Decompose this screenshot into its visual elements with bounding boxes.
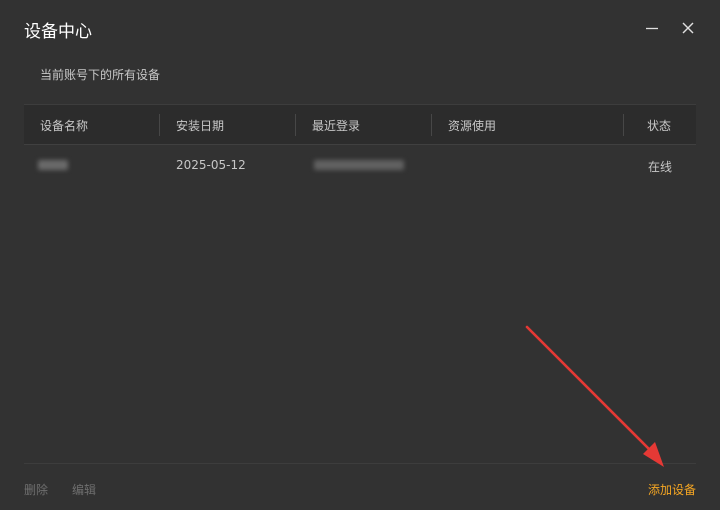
annotation-arrow-shaft xyxy=(525,325,653,453)
table-header: 设备名称 安装日期 最近登录 资源使用 状态 xyxy=(24,104,696,145)
column-header-device-name[interactable]: 设备名称 xyxy=(40,117,88,134)
column-header-resource-usage[interactable]: 资源使用 xyxy=(448,117,496,134)
title-bar: 设备中心 xyxy=(0,0,720,56)
close-icon xyxy=(682,22,694,34)
close-button[interactable] xyxy=(674,14,702,42)
column-header-install-date[interactable]: 安装日期 xyxy=(176,117,224,134)
page-subtitle: 当前账号下的所有设备 xyxy=(40,68,161,82)
install-date-cell: 2025-05-12 xyxy=(176,158,246,172)
edit-button[interactable]: 编辑 xyxy=(72,481,96,498)
column-divider[interactable] xyxy=(431,114,432,136)
delete-button[interactable]: 删除 xyxy=(24,481,48,498)
minimize-icon xyxy=(646,27,658,30)
device-table: 设备名称 安装日期 最近登录 资源使用 状态 2025-05-12 在线 xyxy=(24,104,696,187)
column-divider[interactable] xyxy=(623,114,624,136)
window-title: 设备中心 xyxy=(24,22,92,42)
add-device-button[interactable]: 添加设备 xyxy=(648,481,696,498)
footer-divider xyxy=(24,463,696,464)
column-divider[interactable] xyxy=(295,114,296,136)
redacted-last-login xyxy=(314,160,404,170)
column-header-last-login[interactable]: 最近登录 xyxy=(312,117,360,134)
table-row[interactable]: 2025-05-12 在线 xyxy=(24,145,696,187)
status-cell: 在线 xyxy=(648,160,673,174)
column-divider[interactable] xyxy=(159,114,160,136)
minimize-button[interactable] xyxy=(638,14,666,42)
column-header-status[interactable]: 状态 xyxy=(647,117,671,134)
redacted-device-name xyxy=(38,160,68,170)
